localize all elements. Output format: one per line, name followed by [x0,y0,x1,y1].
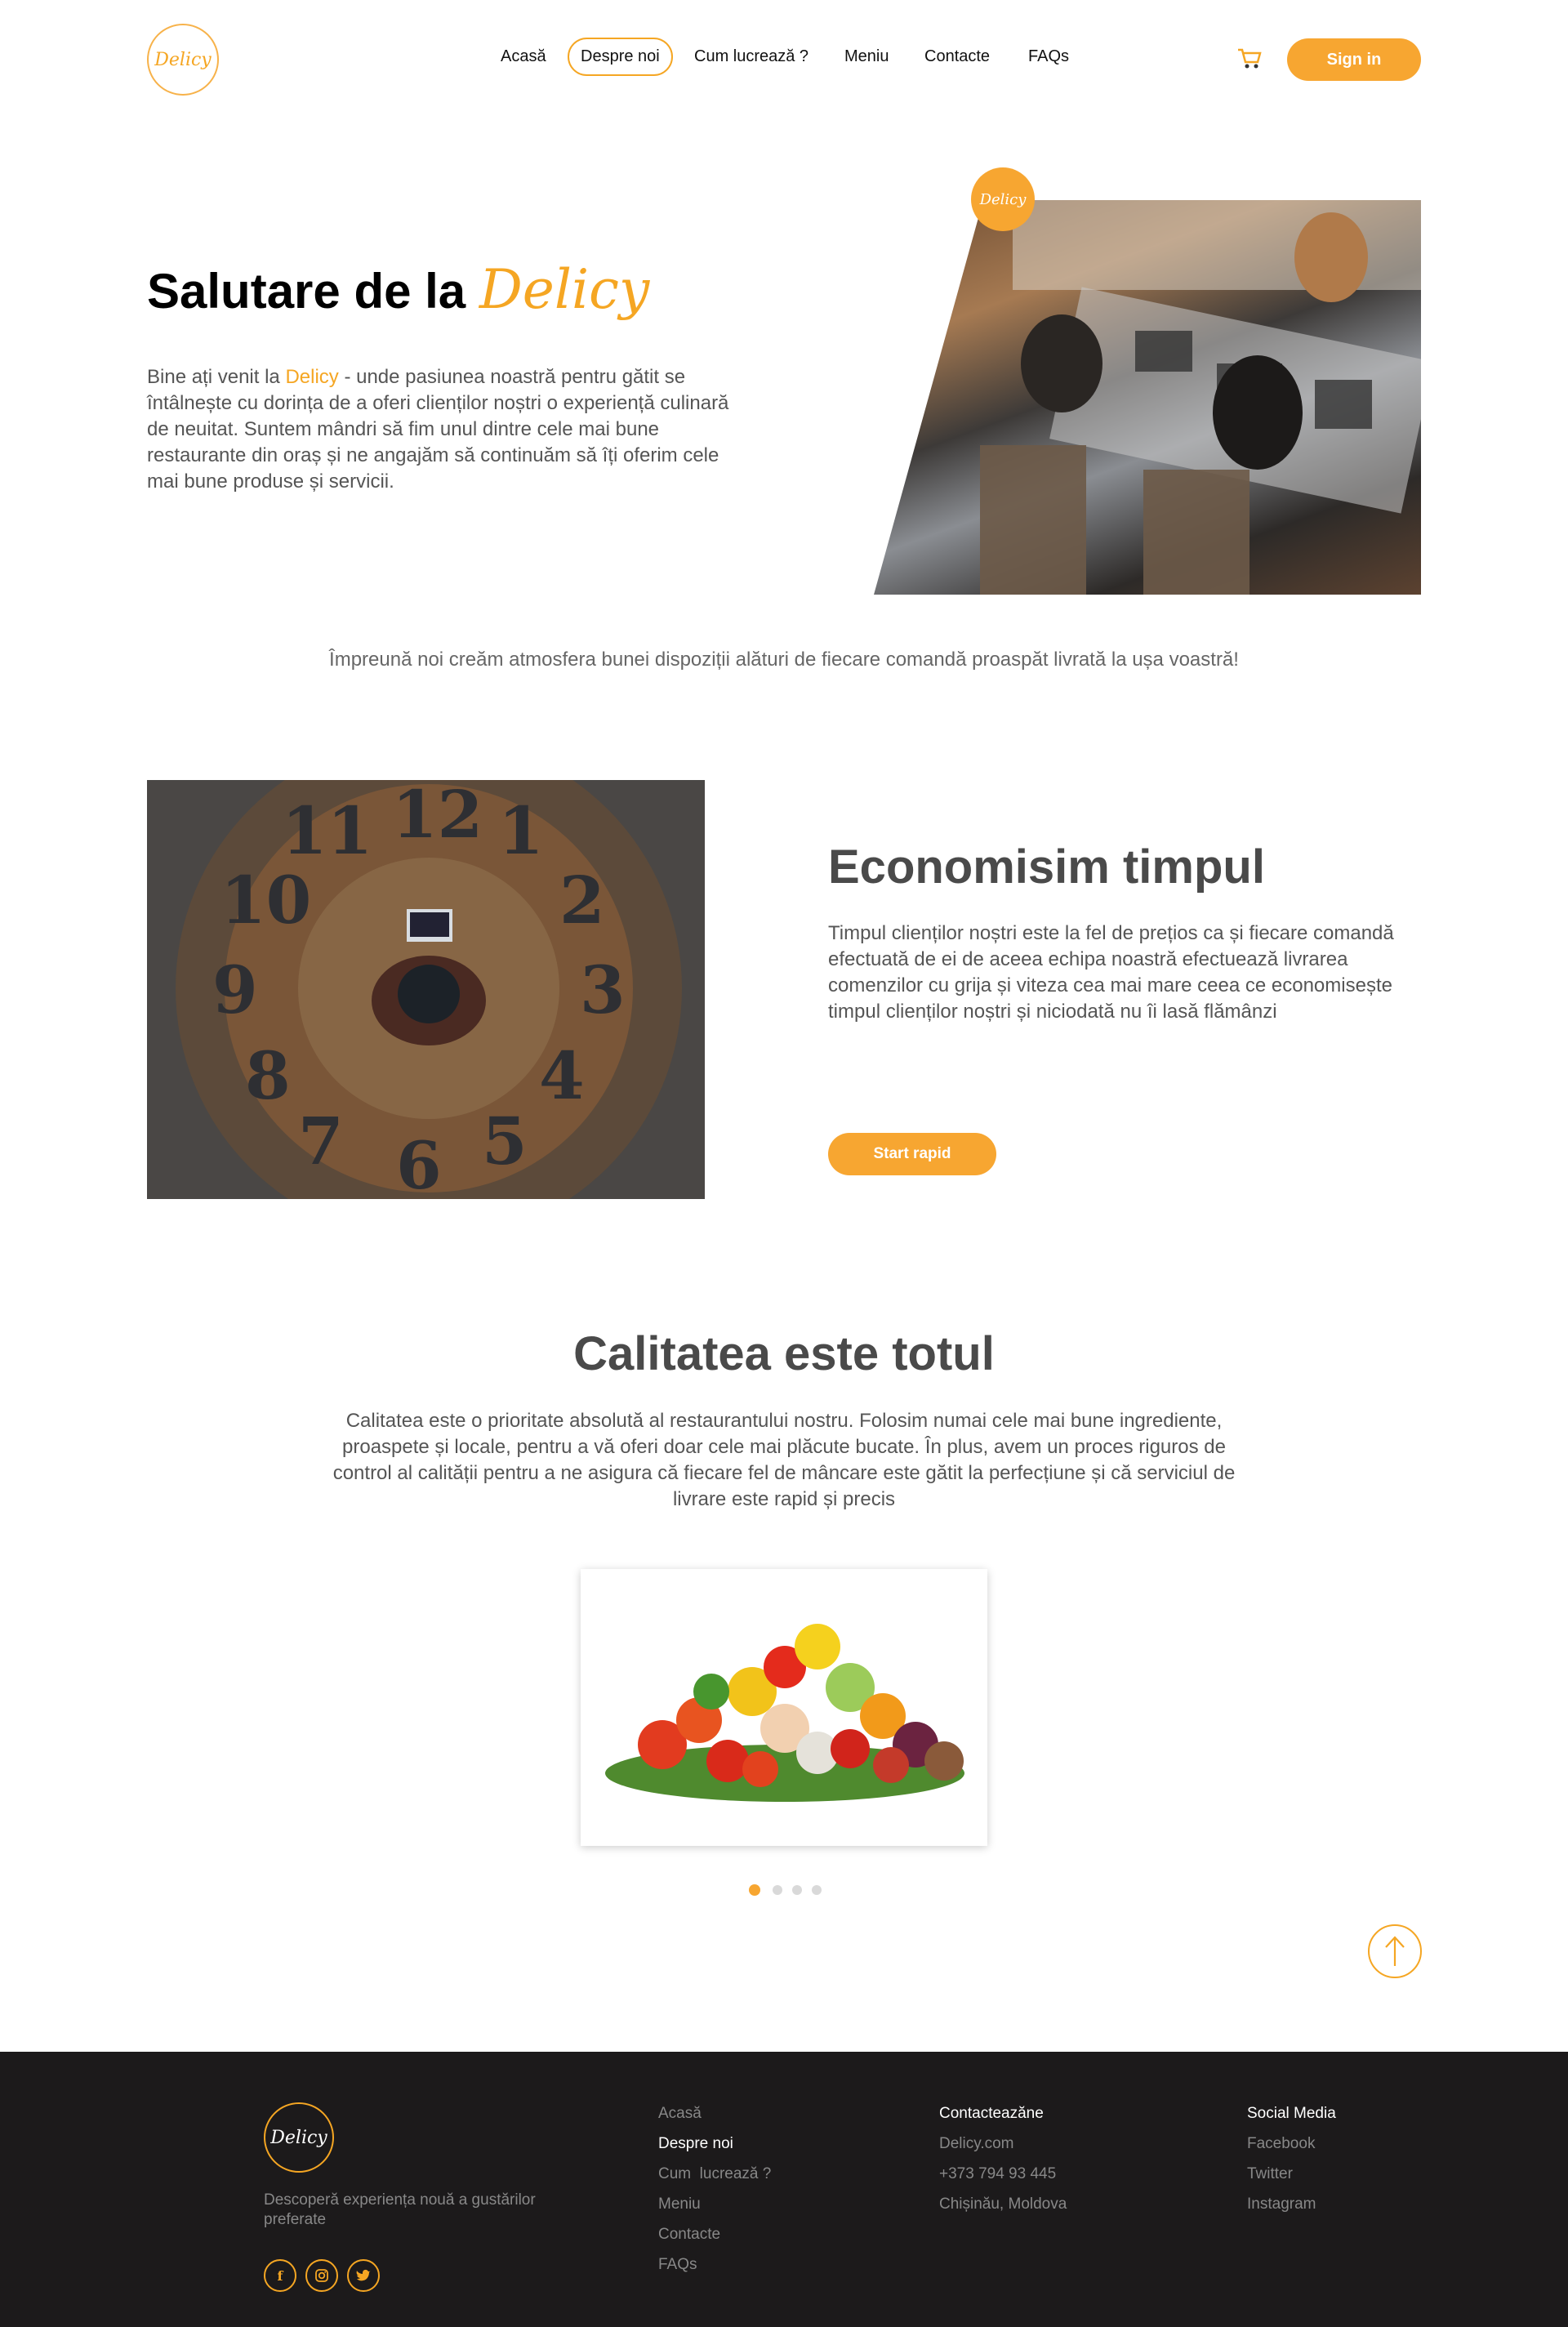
vegetables-illustration [605,1624,964,1802]
sign-in-button[interactable]: Sign in [1287,38,1421,81]
footer-logo[interactable]: Delicy [264,2102,334,2173]
logo[interactable]: Delicy [147,24,219,96]
hero-intro-brand: Delicy [285,366,339,388]
hero-title-prefix: Salutare de la [147,264,466,319]
tagline: Împreună noi creăm atmosfera bunei dispo… [329,649,1239,671]
footer-link-despre-noi[interactable]: Despre noi [658,2135,733,2153]
footer-contact-heading: Contacteazăne [939,2105,1044,2122]
carousel-dot-2[interactable] [773,1885,782,1895]
logo-text: Delicy [154,49,212,70]
footer-social-heading: Social Media [1247,2105,1336,2122]
carousel-slide [581,1569,987,1846]
carousel-dot-1[interactable] [749,1884,760,1896]
svg-text:6: 6 [396,1127,442,1199]
footer-link-meniu[interactable]: Meniu [658,2195,701,2213]
footer-link-faqs[interactable]: FAQs [658,2256,697,2274]
clock-image: 12 1 2 3 4 5 6 7 8 9 10 11 [147,780,705,1199]
nav-item-acasa[interactable]: Acasă [501,47,546,66]
footer-link-acasa[interactable]: Acasă [658,2105,702,2123]
footer: Delicy Descoperă experiența nouă a gustă… [0,2052,1568,2327]
hero-image [874,200,1421,595]
footer-link-contacte[interactable]: Contacte [658,2226,720,2244]
quality-section-text: Calitatea este o prioritate absolută al … [332,1410,1236,1510]
carousel-dot-4[interactable] [812,1885,822,1895]
nav-item-despre-noi[interactable]: Despre noi [568,38,673,76]
footer-social-twitter[interactable]: Twitter [1247,2165,1293,2183]
facebook-icon[interactable]: f [264,2259,296,2292]
nav-item-meniu[interactable]: Meniu [844,47,889,66]
sign-in-label: Sign in [1326,50,1382,69]
footer-tagline: Descoperă experiența nouă a gustărilor p… [264,2191,536,2228]
cart-icon[interactable] [1236,47,1263,70]
scroll-to-top-button[interactable] [1368,1924,1422,1978]
start-rapid-label: Start rapid [873,1145,951,1162]
hero-title-brand: Delicy [479,258,650,321]
arrow-up-icon [1385,1936,1405,1966]
footer-contact-website[interactable]: Delicy.com [939,2135,1014,2153]
quality-section-title: Calitatea este totul [573,1327,995,1380]
footer-social-instagram[interactable]: Instagram [1247,2195,1316,2213]
svg-text:5: 5 [482,1103,528,1179]
footer-logo-text: Delicy [270,2127,327,2148]
footer-link-cum-lucreaza[interactable]: Cum lucrează ? [658,2165,771,2183]
carousel-dot-3[interactable] [792,1885,802,1895]
clock-illustration: 12 1 2 3 4 5 6 7 8 9 10 11 [147,780,705,1199]
svg-text:1: 1 [498,792,544,869]
svg-text:10: 10 [220,862,311,938]
hero-badge-logo-text: Delicy [979,190,1027,208]
time-section-title: Economisim timpul [828,840,1265,894]
instagram-icon[interactable] [305,2259,338,2292]
svg-text:8: 8 [245,1037,291,1114]
svg-text:12: 12 [392,780,483,853]
nav-item-cum-lucreaza[interactable]: Cum lucrează ? [694,47,808,66]
svg-text:2: 2 [559,862,605,938]
footer-contact-address: Chișinău, Moldova [939,2195,1067,2213]
hero-intro-prefix: Bine ați venit la [147,366,286,388]
footer-social-facebook[interactable]: Facebook [1247,2135,1315,2153]
hero-title: Salutare de la Delicy [147,258,649,321]
office-scene-illustration [980,200,1421,595]
footer-contact-phone[interactable]: +373 794 93 445 [939,2165,1056,2183]
svg-text:3: 3 [580,952,626,1028]
svg-text:4: 4 [539,1037,585,1114]
hero-badge-logo: Delicy [971,167,1035,231]
twitter-icon[interactable] [347,2259,380,2292]
nav-item-faqs[interactable]: FAQs [1028,47,1069,66]
hero-intro: Bine ați venit la Delicy - unde pasiunea… [147,364,751,495]
svg-text:7: 7 [298,1103,344,1179]
nav-item-contacte[interactable]: Contacte [924,47,990,66]
svg-text:9: 9 [212,952,258,1028]
svg-text:11: 11 [282,792,372,869]
start-rapid-button[interactable]: Start rapid [828,1133,996,1175]
time-section-text: Timpul clienților noștri este la fel de … [828,922,1394,1023]
